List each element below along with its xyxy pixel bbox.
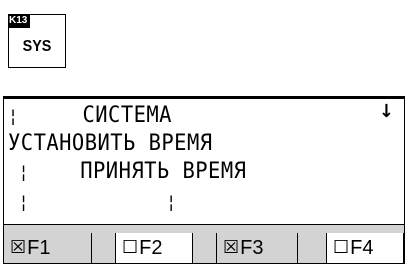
softkey-f4[interactable]: ☐ F4 bbox=[326, 233, 404, 263]
lcd-screen: ¦ СИСТЕМА ↓ УСТАНОВИТЬ ВРЕМЯ ¦ ПРИНЯТЬ В… bbox=[3, 96, 405, 264]
checkbox-unchecked-icon: ☐ bbox=[122, 237, 139, 258]
key-label: SYS bbox=[22, 38, 52, 55]
screen-line-title: ¦ СИСТЕМА bbox=[8, 103, 172, 129]
softkey-f1-label: F1 bbox=[27, 237, 51, 259]
checkbox-checked-icon: ☒ bbox=[10, 237, 27, 258]
key-border bbox=[8, 67, 66, 68]
scroll-down-arrow-icon: ↓ bbox=[378, 101, 394, 122]
line-separator: ¦ bbox=[29, 192, 177, 213]
softkey-f4-label: F4 bbox=[350, 237, 374, 259]
softkey-f3-label: F3 bbox=[240, 237, 264, 259]
line-separator: ¦ bbox=[8, 162, 30, 183]
line-separator: ¦ bbox=[8, 192, 30, 213]
line-separator: ¦ bbox=[8, 106, 19, 127]
checkbox-checked-icon: ☒ bbox=[223, 237, 240, 258]
key-border bbox=[65, 14, 66, 68]
softkey-f3[interactable]: ☒ F3 bbox=[216, 233, 298, 263]
screen-line-blank: ¦ ¦ bbox=[8, 189, 177, 215]
menu-item-accept-time[interactable]: ¦ ПРИНЯТЬ ВРЕМЯ bbox=[8, 159, 246, 185]
menu-item-set-time[interactable]: УСТАНОВИТЬ ВРЕМЯ bbox=[8, 131, 213, 157]
softkey-f2-label: F2 bbox=[139, 237, 163, 259]
key-number-badge: K13 bbox=[8, 14, 30, 28]
key-border bbox=[30, 14, 66, 15]
screen-title: СИСТЕМА bbox=[18, 103, 172, 128]
sys-key-icon[interactable]: K13 SYS bbox=[8, 14, 66, 68]
softkey-bar: ☒ F1 ☐ F2 ☒ F3 ☐ F4 bbox=[4, 224, 404, 263]
softkey-f2[interactable]: ☐ F2 bbox=[115, 233, 193, 263]
menu-item-set-time-label: УСТАНОВИТЬ ВРЕМЯ bbox=[8, 131, 213, 156]
softkey-f1[interactable]: ☒ F1 bbox=[4, 233, 92, 263]
menu-item-accept-time-label: ПРИНЯТЬ ВРЕМЯ bbox=[29, 159, 247, 184]
checkbox-unchecked-icon: ☐ bbox=[333, 237, 350, 258]
key-border bbox=[8, 28, 9, 68]
